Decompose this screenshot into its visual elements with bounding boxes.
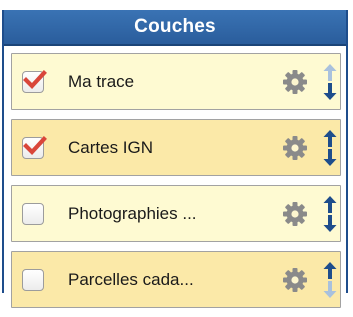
move-up-icon[interactable] bbox=[323, 261, 337, 279]
layer-label: Parcelles cada... bbox=[68, 269, 194, 289]
gear-icon[interactable] bbox=[282, 69, 308, 95]
layer-visibility-checkbox[interactable] bbox=[22, 69, 47, 93]
move-down-icon[interactable] bbox=[323, 82, 337, 100]
layer-row[interactable]: Parcelles cada... bbox=[11, 251, 341, 308]
layer-label: Photographies ... bbox=[68, 203, 197, 223]
reorder-controls bbox=[323, 63, 337, 100]
layer-visibility-checkbox[interactable] bbox=[22, 268, 44, 291]
layer-row[interactable]: Cartes IGN bbox=[11, 119, 341, 176]
layer-visibility-checkbox[interactable] bbox=[22, 135, 47, 159]
move-up-icon[interactable] bbox=[323, 195, 337, 213]
panel-title: Couches bbox=[4, 10, 346, 46]
layer-list: Ma trace Cartes IGN Photographies ... Parce… bbox=[11, 53, 341, 317]
reorder-controls bbox=[323, 129, 337, 166]
gear-icon[interactable] bbox=[282, 135, 308, 161]
layer-visibility-checkbox[interactable] bbox=[22, 202, 44, 225]
layer-row[interactable]: Ma trace bbox=[11, 53, 341, 110]
move-up-icon bbox=[323, 63, 337, 81]
gear-icon[interactable] bbox=[282, 201, 308, 227]
layer-label: Cartes IGN bbox=[68, 137, 154, 157]
move-up-icon[interactable] bbox=[323, 129, 337, 147]
move-down-icon[interactable] bbox=[323, 214, 337, 232]
checkmark-icon bbox=[23, 135, 47, 155]
move-down-icon bbox=[323, 280, 337, 298]
reorder-controls bbox=[323, 261, 337, 298]
layer-row[interactable]: Photographies ... bbox=[11, 185, 341, 242]
layers-panel: Couches Ma trace Cartes IGN Photographies … bbox=[2, 10, 348, 308]
layer-label: Ma trace bbox=[68, 71, 135, 91]
gear-icon[interactable] bbox=[282, 267, 308, 293]
reorder-controls bbox=[323, 195, 337, 232]
move-down-icon[interactable] bbox=[323, 148, 337, 166]
checkmark-icon bbox=[23, 69, 47, 89]
